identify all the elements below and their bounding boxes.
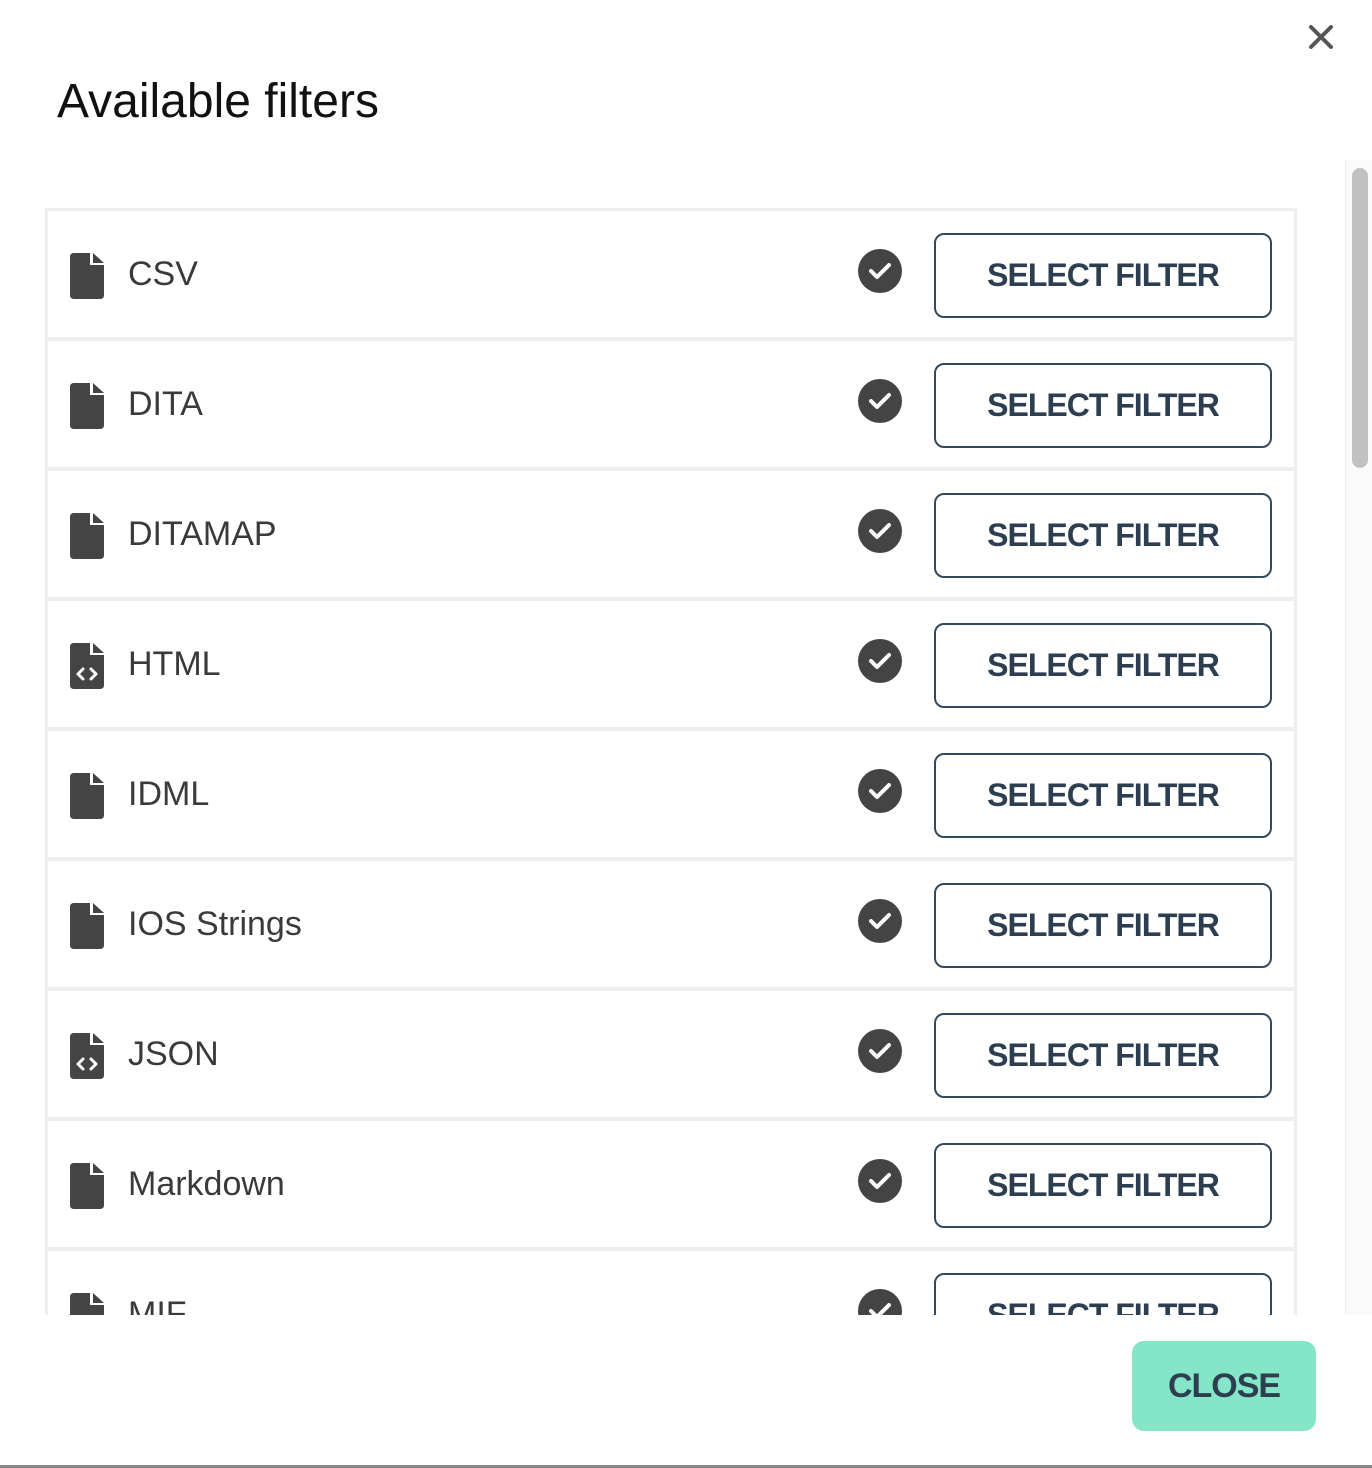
scrollbar-thumb[interactable] xyxy=(1352,168,1368,468)
check-circle-icon xyxy=(858,379,902,423)
filter-row: JSON SELECT FILTER xyxy=(48,991,1294,1121)
select-filter-button[interactable]: SELECT FILTER xyxy=(934,233,1272,318)
filter-list: CSV SELECT FILTER DITA SELECT FILTER DIT… xyxy=(45,208,1297,1315)
file-icon xyxy=(70,513,104,559)
dialog-footer: CLOSE xyxy=(0,1315,1372,1465)
select-filter-button[interactable]: SELECT FILTER xyxy=(934,1013,1272,1098)
close-x-icon[interactable] xyxy=(1300,16,1342,58)
file-icon xyxy=(70,903,104,949)
filter-name: JSON xyxy=(128,1035,219,1073)
check-circle-icon xyxy=(858,769,902,813)
check-circle-icon xyxy=(858,249,902,293)
check-circle-icon xyxy=(858,1159,902,1203)
filter-row: DITAMAP SELECT FILTER xyxy=(48,471,1294,601)
filter-name: Markdown xyxy=(128,1165,285,1203)
filter-name: IDML xyxy=(128,775,210,813)
file-icon xyxy=(70,253,104,299)
file-icon xyxy=(70,773,104,819)
file-icon xyxy=(70,1163,104,1209)
file-code-icon xyxy=(70,643,104,689)
close-button[interactable]: CLOSE xyxy=(1132,1341,1316,1431)
filter-row: MIF SELECT FILTER xyxy=(48,1251,1294,1315)
file-icon xyxy=(70,1293,104,1315)
filter-row: DITA SELECT FILTER xyxy=(48,341,1294,471)
select-filter-button[interactable]: SELECT FILTER xyxy=(934,1273,1272,1315)
filter-row: CSV SELECT FILTER xyxy=(48,211,1294,341)
select-filter-button[interactable]: SELECT FILTER xyxy=(934,493,1272,578)
check-circle-icon xyxy=(858,639,902,683)
file-code-icon xyxy=(70,1033,104,1079)
filter-row: IOS Strings SELECT FILTER xyxy=(48,861,1294,991)
filter-name: MIF xyxy=(128,1295,187,1315)
check-circle-icon xyxy=(858,509,902,553)
filter-row: HTML SELECT FILTER xyxy=(48,601,1294,731)
select-filter-button[interactable]: SELECT FILTER xyxy=(934,1143,1272,1228)
check-circle-icon xyxy=(858,1289,902,1315)
filter-name: DITA xyxy=(128,385,203,423)
file-icon xyxy=(70,383,104,429)
filter-name: DITAMAP xyxy=(128,515,277,553)
check-circle-icon xyxy=(858,1029,902,1073)
scrollbar[interactable] xyxy=(1345,160,1372,1315)
filter-name: HTML xyxy=(128,645,221,683)
filter-name: IOS Strings xyxy=(128,905,302,943)
select-filter-button[interactable]: SELECT FILTER xyxy=(934,883,1272,968)
dialog-title: Available filters xyxy=(57,75,379,128)
filter-row: Markdown SELECT FILTER xyxy=(48,1121,1294,1251)
check-circle-icon xyxy=(858,899,902,943)
select-filter-button[interactable]: SELECT FILTER xyxy=(934,623,1272,708)
filter-list-scroll-area: CSV SELECT FILTER DITA SELECT FILTER DIT… xyxy=(0,160,1344,1315)
filter-name: CSV xyxy=(128,255,198,293)
select-filter-button[interactable]: SELECT FILTER xyxy=(934,753,1272,838)
filter-row: IDML SELECT FILTER xyxy=(48,731,1294,861)
select-filter-button[interactable]: SELECT FILTER xyxy=(934,363,1272,448)
